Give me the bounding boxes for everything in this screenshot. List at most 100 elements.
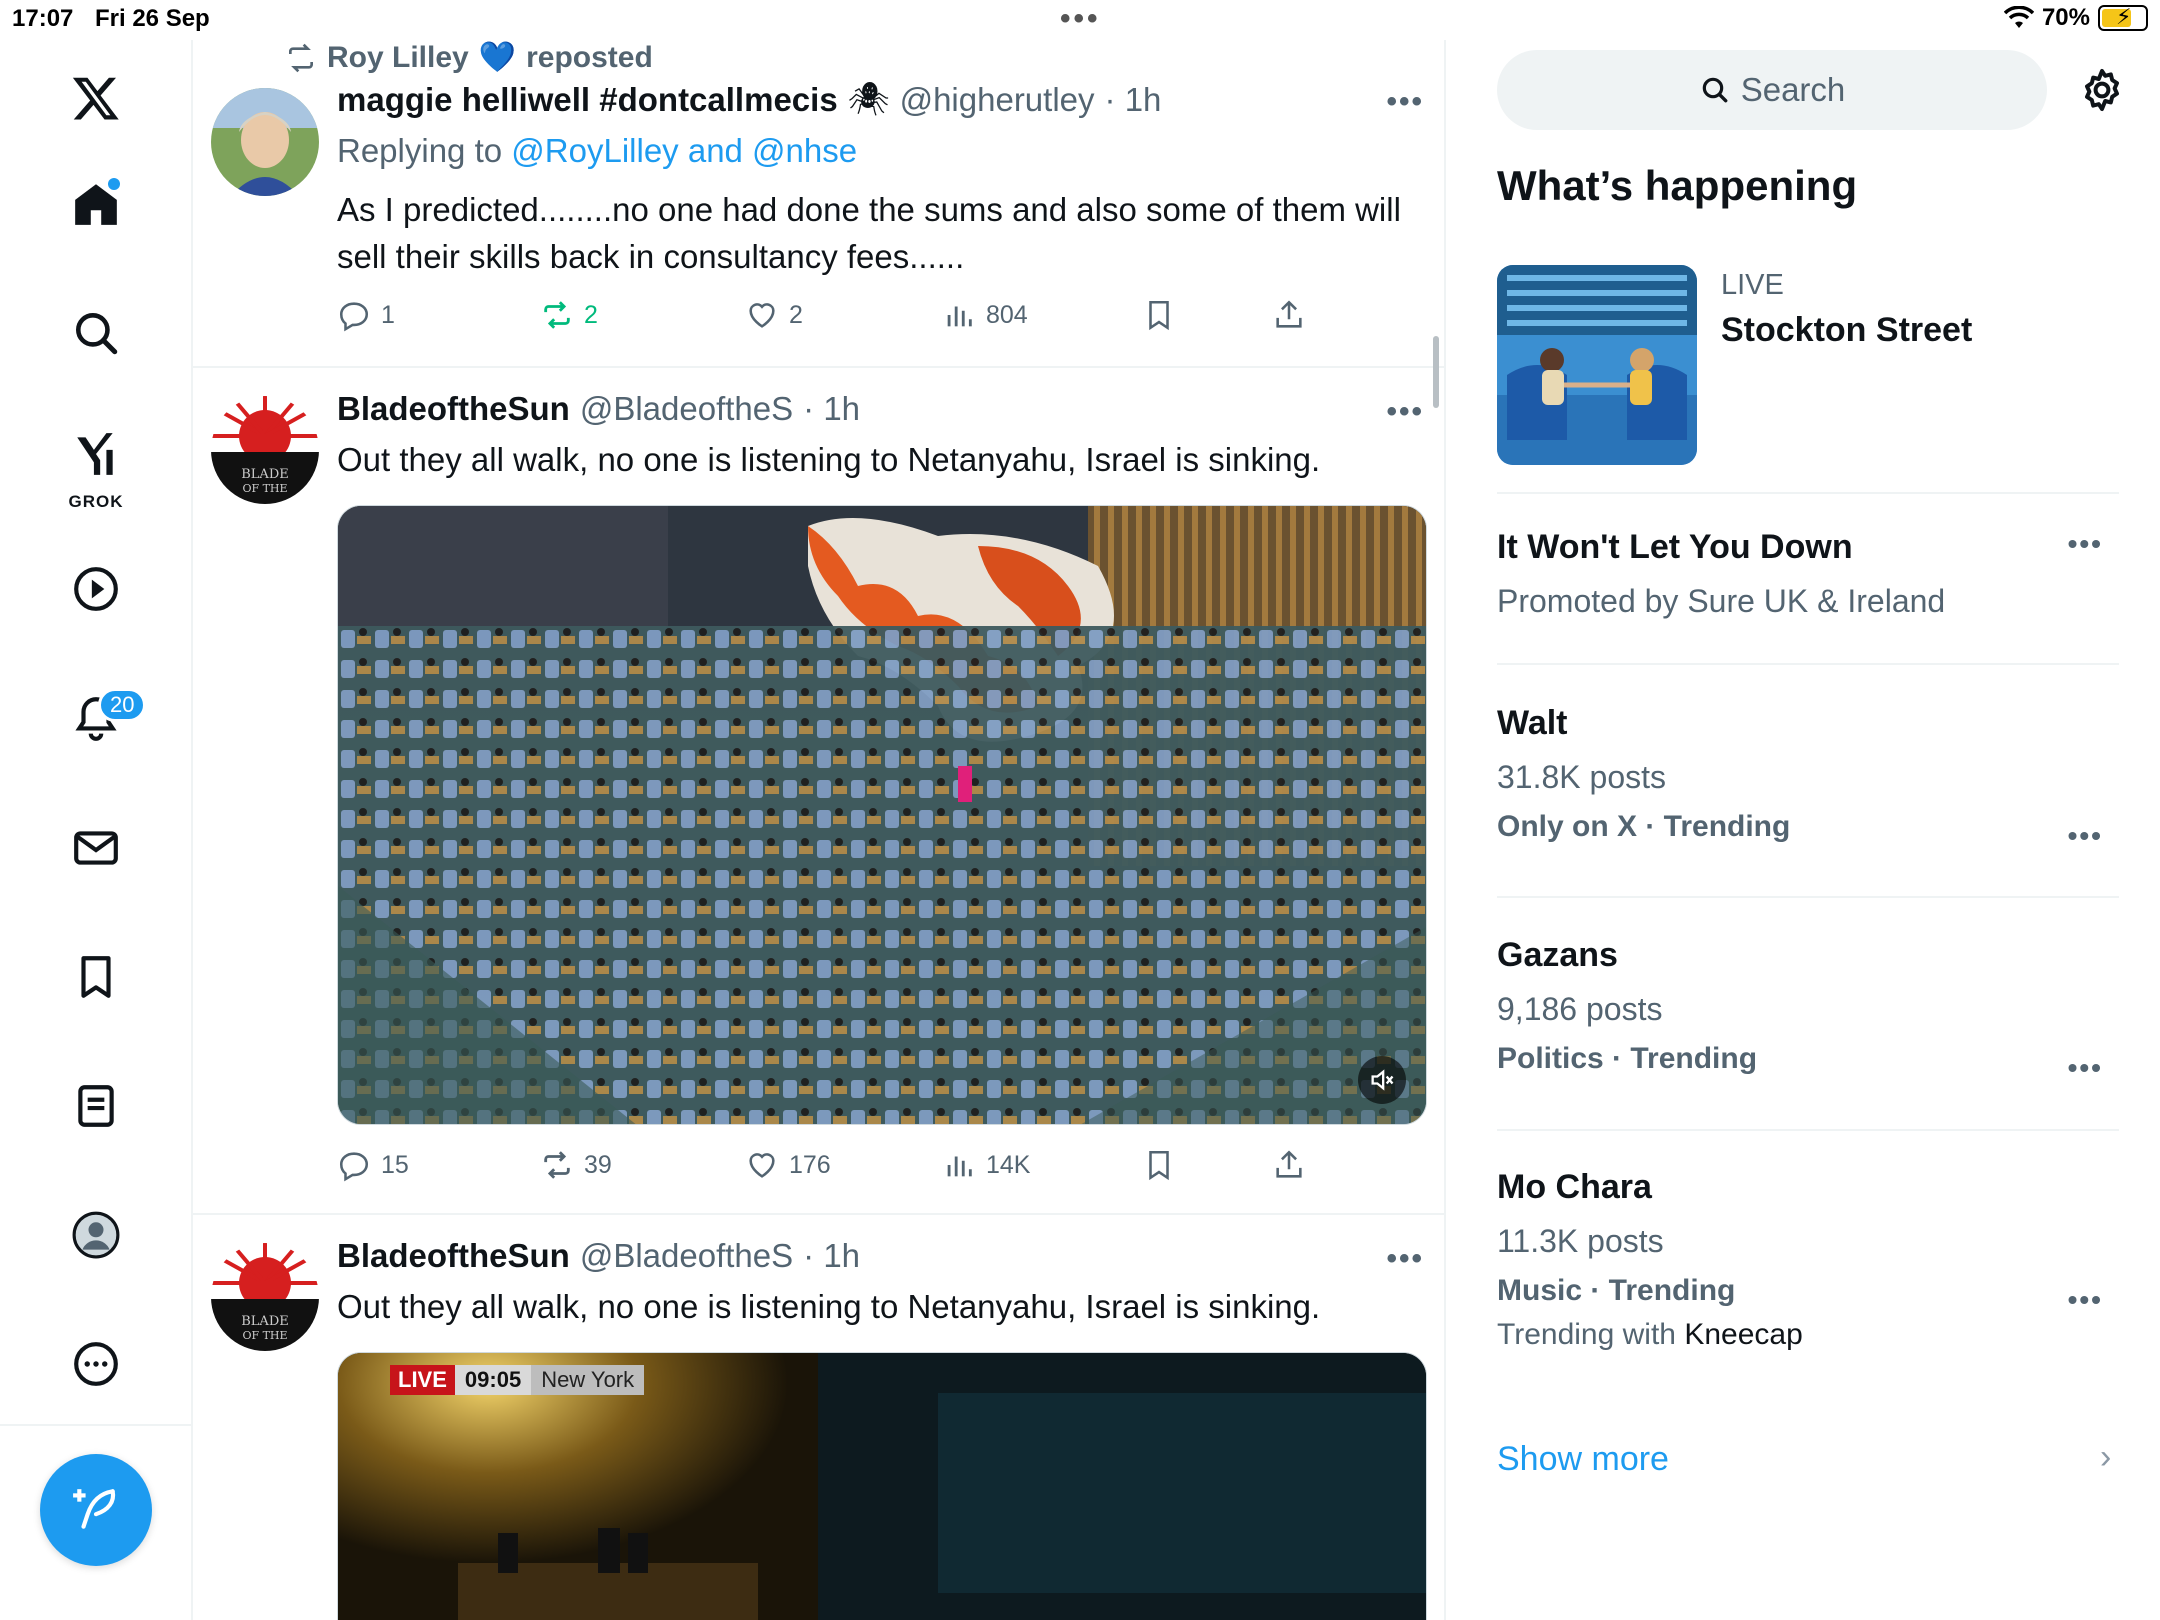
mute-icon[interactable] [1358, 1056, 1406, 1104]
status-time: 17:07 [12, 5, 74, 32]
bookmark-button[interactable] [1142, 1148, 1176, 1182]
share-button[interactable] [1272, 1148, 1306, 1182]
trend-post-count: 9,186 posts [1497, 991, 1663, 1027]
video-play-icon[interactable] [58, 551, 134, 627]
nav-divider [0, 1424, 192, 1426]
author-handle[interactable]: @BladeoftheS [580, 1237, 793, 1275]
repost-button[interactable]: 39 [540, 1148, 612, 1182]
svg-text:BLADE: BLADE [241, 1314, 289, 1329]
section-title: What’s happening [1497, 162, 1858, 209]
author-name[interactable]: BladeoftheSun [337, 390, 570, 428]
repost-by-name[interactable]: Roy Lilley [327, 41, 469, 75]
trending-with-link[interactable]: Kneecap [1684, 1318, 1802, 1351]
x-logo-icon[interactable] [58, 60, 134, 136]
trend-post-count: 11.3K posts [1497, 1223, 1664, 1259]
view-count: 14K [986, 1150, 1031, 1179]
more-options-icon[interactable] [58, 1326, 134, 1402]
tweet-text: Out they all walk, no one is listening t… [337, 441, 1321, 478]
status-date: Fri 26 Sep [95, 5, 210, 32]
reply-button[interactable]: 15 [337, 1148, 409, 1182]
grok-icon[interactable]: GROK [58, 418, 134, 511]
reply-icon [339, 302, 369, 332]
trend-more-options-icon[interactable]: ••• [2068, 1284, 2103, 1316]
like-button[interactable]: 176 [745, 1148, 831, 1182]
replying-to-users-link[interactable]: @RoyLilley and @nhse [511, 132, 857, 169]
avatar[interactable] [211, 88, 319, 196]
repost-suffix: reposted [526, 40, 653, 74]
repost-indicator: Roy Lilley 💙 reposted [285, 40, 653, 75]
profile-avatar-icon[interactable] [58, 1197, 134, 1273]
home-unread-dot [108, 178, 120, 190]
trend-more-options-icon[interactable]: ••• [2068, 528, 2103, 560]
live-label: LIVE [1721, 269, 1784, 301]
share-button[interactable] [1272, 298, 1306, 332]
author-name[interactable]: maggie helliwell #dontcallmecis [337, 81, 838, 119]
author-handle[interactable]: @BladeoftheS [580, 390, 793, 428]
like-button[interactable]: 2 [745, 298, 803, 332]
trend-more-options-icon[interactable]: ••• [2068, 1052, 2103, 1084]
lists-icon[interactable] [58, 1068, 134, 1144]
views-button[interactable]: 14K [942, 1148, 1030, 1182]
tweet-header: maggie helliwell #dontcallmecis 🕷 @highe… [337, 80, 1161, 119]
tweet-header: BladeoftheSun @BladeoftheS · 1h [337, 1237, 860, 1275]
trend-item[interactable]: Gazans 9,186 posts Politics · Trending •… [1497, 936, 2119, 1083]
tweet-actions: 15 39 176 14K [337, 1148, 1337, 1188]
tweet-more-options-icon[interactable]: ••• [1386, 85, 1424, 119]
views-button[interactable]: 804 [942, 298, 1028, 332]
compose-post-button[interactable] [40, 1454, 152, 1566]
live-event-card[interactable]: LIVE Stockton Street [1497, 265, 2137, 485]
replying-to: Replying to @RoyLilley and @nhse [337, 132, 857, 170]
home-icon[interactable] [58, 166, 134, 242]
like-count: 2 [789, 300, 803, 329]
bookmark-button[interactable] [1142, 298, 1176, 332]
author-name[interactable]: BladeoftheSun [337, 1237, 570, 1275]
messages-envelope-icon[interactable] [58, 810, 134, 886]
show-more-link[interactable]: Show more [1497, 1440, 1669, 1479]
tweet[interactable]: BLADE OF THE BladeoftheSun @BladeoftheS … [193, 368, 1444, 1215]
trend-category: Politics · Trending [1497, 1042, 1758, 1075]
search-input[interactable]: Search [1497, 50, 2047, 130]
reply-button[interactable]: 1 [337, 298, 395, 332]
live-event-thumbnail [1497, 265, 1697, 465]
trend-item-promoted[interactable]: It Won't Let You Down Promoted by Sure U… [1497, 528, 2119, 620]
settings-gear-icon[interactable] [2078, 66, 2126, 114]
multitasking-dots-icon[interactable]: ••• [1060, 2, 1101, 36]
timeline-feed[interactable]: Roy Lilley 💙 reposted maggie helliwell #… [193, 40, 1446, 1620]
post-time: · 1h [803, 1237, 861, 1274]
battery-percent: 70% [2041, 4, 2090, 31]
bookmarks-icon[interactable] [58, 939, 134, 1015]
trend-category: Music · Trending [1497, 1274, 1736, 1307]
view-count: 804 [986, 300, 1028, 329]
status-bar: 17:07 Fri 26 Sep ••• 70% ⚡ [0, 0, 2160, 40]
wifi-icon [2003, 6, 2034, 28]
author-handle[interactable]: @higherutley [900, 81, 1095, 119]
repost-icon [544, 1151, 570, 1179]
explore-search-icon[interactable] [58, 295, 134, 371]
notifications-bell-icon[interactable]: 20 [58, 680, 147, 756]
trend-title: Mo Chara [1497, 1168, 1652, 1206]
tweet-video-media[interactable] [337, 505, 1427, 1125]
avatar[interactable]: BLADE OF THE [211, 1243, 319, 1351]
tweet-video-media[interactable]: LIVE 09:05 New York [337, 1352, 1427, 1620]
bookmark-icon [1149, 300, 1169, 331]
tweet[interactable]: BLADE OF THE BladeoftheSun @BladeoftheS … [193, 1215, 1444, 1620]
left-navigation: GROK 20 [0, 40, 193, 1620]
avatar[interactable]: BLADE OF THE [211, 396, 319, 504]
chevron-right-icon[interactable]: › [2100, 1438, 2111, 1477]
compose-feather-icon [73, 1489, 116, 1529]
trend-item[interactable]: Walt 31.8K posts Only on X · Trending ••… [1497, 704, 2119, 851]
tweet-more-options-icon[interactable]: ••• [1386, 395, 1424, 429]
live-broadcast-badge: LIVE 09:05 New York [390, 1365, 645, 1395]
tweet-more-options-icon[interactable]: ••• [1386, 1242, 1424, 1276]
trend-category: Only on X · Trending [1497, 810, 1791, 843]
repost-button[interactable]: 2 [540, 298, 598, 332]
trend-title: Walt [1497, 704, 1568, 742]
grok-label: GROK [68, 492, 124, 511]
trend-item[interactable]: Mo Chara 11.3K posts Music · Trending Tr… [1497, 1168, 2119, 1352]
svg-text:OF THE: OF THE [242, 1329, 287, 1342]
tweet[interactable]: Roy Lilley 💙 reposted maggie helliwell #… [193, 40, 1444, 368]
trend-post-count: 31.8K posts [1497, 759, 1666, 795]
feed-scrollbar[interactable] [1433, 336, 1439, 408]
post-time: · 1h [1104, 80, 1162, 118]
trend-more-options-icon[interactable]: ••• [2068, 820, 2103, 852]
